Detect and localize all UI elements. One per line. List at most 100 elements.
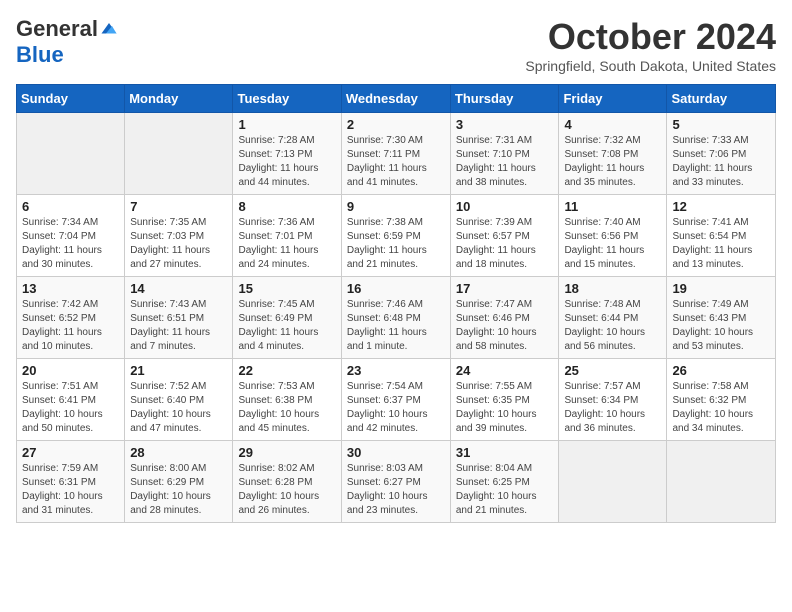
day-number: 28	[130, 445, 227, 460]
calendar-cell	[667, 441, 776, 523]
day-number: 14	[130, 281, 227, 296]
month-title: October 2024	[525, 16, 776, 58]
column-header-sunday: Sunday	[17, 85, 125, 113]
day-number: 29	[238, 445, 335, 460]
day-info: Sunrise: 7:52 AM Sunset: 6:40 PM Dayligh…	[130, 380, 227, 436]
calendar-cell: 2 Sunrise: 7:30 AM Sunset: 7:11 PM Daylig…	[341, 113, 450, 195]
day-number: 11	[564, 199, 661, 214]
day-info: Sunrise: 7:32 AM Sunset: 7:08 PM Dayligh…	[564, 134, 661, 190]
day-info: Sunrise: 8:04 AM Sunset: 6:25 PM Dayligh…	[456, 462, 554, 518]
column-header-tuesday: Tuesday	[233, 85, 341, 113]
day-info: Sunrise: 7:46 AM Sunset: 6:48 PM Dayligh…	[347, 298, 445, 354]
day-info: Sunrise: 8:03 AM Sunset: 6:27 PM Dayligh…	[347, 462, 445, 518]
calendar-cell: 12 Sunrise: 7:41 AM Sunset: 6:54 PM Dayli…	[667, 195, 776, 277]
day-info: Sunrise: 8:02 AM Sunset: 6:28 PM Dayligh…	[238, 462, 335, 518]
calendar-cell: 26Sunrise: 7:58 AM Sunset: 6:32 PM Dayli…	[667, 359, 776, 441]
day-number: 20	[22, 363, 119, 378]
day-info: Sunrise: 7:49 AM Sunset: 6:43 PM Dayligh…	[672, 298, 770, 354]
calendar-cell: 18 Sunrise: 7:48 AM Sunset: 6:44 PM Dayli…	[559, 277, 667, 359]
calendar-cell: 15Sunrise: 7:45 AM Sunset: 6:49 PM Dayli…	[233, 277, 341, 359]
calendar-cell	[125, 113, 233, 195]
calendar-header-row: SundayMondayTuesdayWednesdayThursdayFrid…	[17, 85, 776, 113]
day-number: 24	[456, 363, 554, 378]
day-info: Sunrise: 7:48 AM Sunset: 6:44 PM Dayligh…	[564, 298, 661, 354]
calendar-cell: 1Sunrise: 7:28 AM Sunset: 7:13 PM Daylig…	[233, 113, 341, 195]
day-number: 4	[564, 117, 661, 132]
day-info: Sunrise: 7:34 AM Sunset: 7:04 PM Dayligh…	[22, 216, 119, 272]
column-header-wednesday: Wednesday	[341, 85, 450, 113]
calendar-cell: 8 Sunrise: 7:36 AM Sunset: 7:01 PM Daylig…	[233, 195, 341, 277]
day-info: Sunrise: 7:31 AM Sunset: 7:10 PM Dayligh…	[456, 134, 554, 190]
calendar-cell: 13Sunrise: 7:42 AM Sunset: 6:52 PM Dayli…	[17, 277, 125, 359]
calendar-cell: 17Sunrise: 7:47 AM Sunset: 6:46 PM Dayli…	[450, 277, 559, 359]
day-number: 9	[347, 199, 445, 214]
calendar-cell: 14 Sunrise: 7:43 AM Sunset: 6:51 PM Dayli…	[125, 277, 233, 359]
calendar-week-row: 27 Sunrise: 7:59 AM Sunset: 6:31 PM Dayli…	[17, 441, 776, 523]
day-number: 31	[456, 445, 554, 460]
calendar-cell: 28 Sunrise: 8:00 AM Sunset: 6:29 PM Dayli…	[125, 441, 233, 523]
day-number: 23	[347, 363, 445, 378]
logo-general-text: General	[16, 16, 98, 42]
calendar-cell: 3 Sunrise: 7:31 AM Sunset: 7:10 PM Daylig…	[450, 113, 559, 195]
calendar-cell: 4 Sunrise: 7:32 AM Sunset: 7:08 PM Daylig…	[559, 113, 667, 195]
calendar-cell: 21 Sunrise: 7:52 AM Sunset: 6:40 PM Dayli…	[125, 359, 233, 441]
day-number: 27	[22, 445, 119, 460]
day-info: Sunrise: 7:40 AM Sunset: 6:56 PM Dayligh…	[564, 216, 661, 272]
day-info: Sunrise: 7:59 AM Sunset: 6:31 PM Dayligh…	[22, 462, 119, 518]
day-info: Sunrise: 7:57 AM Sunset: 6:34 PM Dayligh…	[564, 380, 661, 436]
calendar-cell: 7 Sunrise: 7:35 AM Sunset: 7:03 PM Daylig…	[125, 195, 233, 277]
calendar-cell	[17, 113, 125, 195]
calendar-table: SundayMondayTuesdayWednesdayThursdayFrid…	[16, 84, 776, 523]
day-number: 21	[130, 363, 227, 378]
day-number: 17	[456, 281, 554, 296]
day-number: 19	[672, 281, 770, 296]
calendar-week-row: 20 Sunrise: 7:51 AM Sunset: 6:41 PM Dayli…	[17, 359, 776, 441]
page-header: General Blue October 2024 Springfield, S…	[16, 16, 776, 74]
calendar-cell: 25 Sunrise: 7:57 AM Sunset: 6:34 PM Dayli…	[559, 359, 667, 441]
day-info: Sunrise: 7:33 AM Sunset: 7:06 PM Dayligh…	[672, 134, 770, 190]
day-info: Sunrise: 7:38 AM Sunset: 6:59 PM Dayligh…	[347, 216, 445, 272]
day-info: Sunrise: 7:53 AM Sunset: 6:38 PM Dayligh…	[238, 380, 335, 436]
day-info: Sunrise: 7:54 AM Sunset: 6:37 PM Dayligh…	[347, 380, 445, 436]
day-number: 22	[238, 363, 335, 378]
calendar-cell: 16 Sunrise: 7:46 AM Sunset: 6:48 PM Dayli…	[341, 277, 450, 359]
calendar-cell: 6 Sunrise: 7:34 AM Sunset: 7:04 PM Daylig…	[17, 195, 125, 277]
day-info: Sunrise: 7:36 AM Sunset: 7:01 PM Dayligh…	[238, 216, 335, 272]
day-number: 3	[456, 117, 554, 132]
day-info: Sunrise: 8:00 AM Sunset: 6:29 PM Dayligh…	[130, 462, 227, 518]
day-number: 6	[22, 199, 119, 214]
logo-blue-text: Blue	[16, 42, 64, 68]
calendar-cell: 11 Sunrise: 7:40 AM Sunset: 6:56 PM Dayli…	[559, 195, 667, 277]
day-info: Sunrise: 7:43 AM Sunset: 6:51 PM Dayligh…	[130, 298, 227, 354]
day-info: Sunrise: 7:35 AM Sunset: 7:03 PM Dayligh…	[130, 216, 227, 272]
day-number: 5	[672, 117, 770, 132]
day-number: 8	[238, 199, 335, 214]
calendar-cell: 27 Sunrise: 7:59 AM Sunset: 6:31 PM Dayli…	[17, 441, 125, 523]
day-info: Sunrise: 7:39 AM Sunset: 6:57 PM Dayligh…	[456, 216, 554, 272]
day-number: 12	[672, 199, 770, 214]
day-number: 10	[456, 199, 554, 214]
day-number: 16	[347, 281, 445, 296]
calendar-cell: 31 Sunrise: 8:04 AM Sunset: 6:25 PM Dayli…	[450, 441, 559, 523]
calendar-cell: 10 Sunrise: 7:39 AM Sunset: 6:57 PM Dayli…	[450, 195, 559, 277]
day-info: Sunrise: 7:41 AM Sunset: 6:54 PM Dayligh…	[672, 216, 770, 272]
calendar-cell: 29 Sunrise: 8:02 AM Sunset: 6:28 PM Dayli…	[233, 441, 341, 523]
day-number: 2	[347, 117, 445, 132]
calendar-week-row: 1Sunrise: 7:28 AM Sunset: 7:13 PM Daylig…	[17, 113, 776, 195]
day-number: 18	[564, 281, 661, 296]
calendar-cell: 5 Sunrise: 7:33 AM Sunset: 7:06 PM Daylig…	[667, 113, 776, 195]
day-info: Sunrise: 7:51 AM Sunset: 6:41 PM Dayligh…	[22, 380, 119, 436]
title-block: October 2024 Springfield, South Dakota, …	[525, 16, 776, 74]
column-header-monday: Monday	[125, 85, 233, 113]
day-number: 1	[238, 117, 335, 132]
calendar-cell: 20 Sunrise: 7:51 AM Sunset: 6:41 PM Dayli…	[17, 359, 125, 441]
calendar-cell: 22 Sunrise: 7:53 AM Sunset: 6:38 PM Dayli…	[233, 359, 341, 441]
day-number: 13	[22, 281, 119, 296]
day-info: Sunrise: 7:55 AM Sunset: 6:35 PM Dayligh…	[456, 380, 554, 436]
day-number: 15	[238, 281, 335, 296]
day-info: Sunrise: 7:30 AM Sunset: 7:11 PM Dayligh…	[347, 134, 445, 190]
day-number: 7	[130, 199, 227, 214]
day-number: 30	[347, 445, 445, 460]
day-number: 25	[564, 363, 661, 378]
column-header-thursday: Thursday	[450, 85, 559, 113]
